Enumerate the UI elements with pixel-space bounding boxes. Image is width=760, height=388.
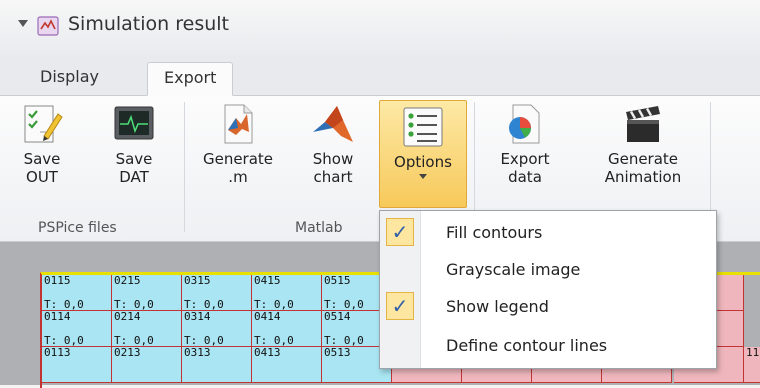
cell-temperature: T: 0,0 xyxy=(254,298,294,311)
cell-id: 0413 xyxy=(254,347,281,359)
cell-temperature: T: 0,0 xyxy=(114,298,154,311)
group-label-matlab: Matlab xyxy=(295,220,343,236)
menu-item-label: Show legend xyxy=(446,297,549,316)
show-chart-button[interactable]: Show chart xyxy=(308,102,358,186)
export-data-label2: data xyxy=(508,168,542,186)
window-title: Simulation result xyxy=(68,13,229,35)
save-out-button[interactable]: Save OUT xyxy=(20,102,64,186)
oscilloscope-icon xyxy=(114,106,154,140)
menu-item-show-legend[interactable]: ✓ Show legend xyxy=(380,289,716,325)
cell-temperature: T: 0,0 xyxy=(184,298,224,311)
title-bar: Simulation result xyxy=(0,0,760,57)
cell-temperature: T: 0,0 xyxy=(114,334,154,347)
grid-cell[interactable]: 0114 T: 0,0 xyxy=(42,311,112,347)
cell-id: 0414 xyxy=(254,311,281,323)
save-dat-label2: DAT xyxy=(119,168,149,186)
menu-item-label: Define contour lines xyxy=(446,336,608,355)
save-out-label2: OUT xyxy=(26,168,58,186)
grid-cell[interactable]: 0414 T: 0,0 xyxy=(252,311,322,347)
cell-id: 0415 xyxy=(254,275,281,287)
show-chart-label2: chart xyxy=(313,168,353,186)
cell-id: 0314 xyxy=(184,311,211,323)
export-data-button[interactable]: Export data xyxy=(488,102,562,186)
matlab-document-icon xyxy=(224,104,253,144)
cell-id: 0115 xyxy=(44,275,71,287)
options-dropdown-menu: ✓ Fill contours Grayscale image ✓ Show l… xyxy=(379,210,717,369)
generate-animation-label1: Generate xyxy=(607,150,679,168)
options-button[interactable]: Options xyxy=(379,100,467,208)
generate-m-label1: Generate xyxy=(202,150,274,168)
check-icon: ✓ xyxy=(386,218,414,246)
options-label: Options xyxy=(394,153,452,171)
cell-id: 0315 xyxy=(184,275,211,287)
tab-row: Display Export xyxy=(0,56,760,96)
menu-item-define-contour-lines[interactable]: Define contour lines xyxy=(380,328,716,364)
cell-id: 0213 xyxy=(114,347,141,359)
notepad-pencil-icon xyxy=(24,105,63,143)
cell-temperature: T: 0,0 xyxy=(254,334,294,347)
generate-animation-button[interactable]: Generate Animation xyxy=(586,102,700,186)
grid-cell[interactable]: 0314 T: 0,0 xyxy=(182,311,252,347)
menu-item-grayscale-image[interactable]: Grayscale image xyxy=(380,252,716,288)
chevron-down-icon xyxy=(419,174,427,179)
cell-temperature: T: 0,0 xyxy=(44,298,84,311)
grid-cell[interactable]: 0215 T: 0,0 xyxy=(112,275,182,311)
grid-cell[interactable]: 0313 xyxy=(182,347,252,383)
cell-id: 0313 xyxy=(184,347,211,359)
list-options-icon xyxy=(403,107,443,147)
grid-cell[interactable]: 0115 T: 0,0 xyxy=(42,275,112,311)
grid-cell[interactable]: 0413 xyxy=(252,347,322,383)
check-icon: ✓ xyxy=(386,292,414,320)
grid-cell[interactable]: 111 xyxy=(744,347,760,383)
menu-item-fill-contours[interactable]: ✓ Fill contours xyxy=(380,215,716,251)
cell-temperature: T: 0,0 xyxy=(184,334,224,347)
grid-cell[interactable]: 0113 xyxy=(42,347,112,383)
collapse-chevron-icon[interactable] xyxy=(18,20,28,27)
generate-m-label2: .m xyxy=(228,168,248,186)
cell-id: 0215 xyxy=(114,275,141,287)
tab-export[interactable]: Export xyxy=(147,62,234,96)
pie-chart-document-icon xyxy=(509,104,540,144)
menu-item-label: Grayscale image xyxy=(446,260,581,279)
generate-animation-label2: Animation xyxy=(604,168,682,186)
grid-cell[interactable]: 0415 T: 0,0 xyxy=(252,275,322,311)
save-out-label1: Save xyxy=(23,150,61,168)
cell-id: 0113 xyxy=(44,347,71,359)
group-separator xyxy=(184,102,185,232)
cell-id: 0114 xyxy=(44,311,71,323)
simulation-icon xyxy=(37,16,59,36)
grid-cell[interactable]: 0315 T: 0,0 xyxy=(182,275,252,311)
generate-m-button[interactable]: Generate .m xyxy=(200,102,276,186)
cell-id: 0214 xyxy=(114,311,141,323)
cell-id: 111 xyxy=(746,347,760,359)
save-dat-button[interactable]: Save DAT xyxy=(108,102,160,186)
tab-display[interactable]: Display xyxy=(24,62,115,94)
save-dat-label1: Save xyxy=(115,150,153,168)
export-data-label1: Export xyxy=(500,150,550,168)
grid-cell[interactable]: 0213 xyxy=(112,347,182,383)
matlab-logo-icon xyxy=(313,106,353,142)
show-chart-label1: Show xyxy=(312,150,354,168)
menu-item-label: Fill contours xyxy=(446,223,543,242)
group-label-pspice: PSPice files xyxy=(38,220,117,236)
cell-temperature: T: 0,0 xyxy=(44,334,84,347)
grid-cell[interactable]: 0214 T: 0,0 xyxy=(112,311,182,347)
clapperboard-icon xyxy=(626,106,660,142)
